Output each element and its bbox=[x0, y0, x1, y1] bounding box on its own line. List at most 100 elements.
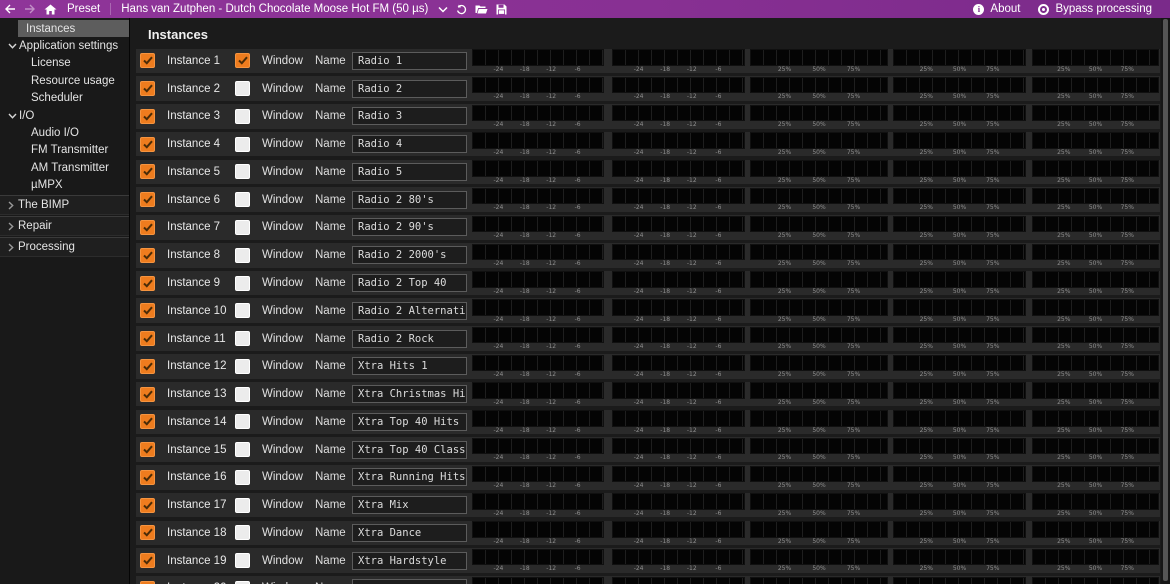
tree-chevron-icon[interactable] bbox=[5, 43, 19, 49]
instance-enabled-checkbox[interactable] bbox=[140, 359, 155, 374]
window-checkbox[interactable] bbox=[235, 276, 250, 291]
sidebar-item--mpx[interactable]: µMPX bbox=[0, 177, 129, 194]
tree-chevron-icon[interactable] bbox=[5, 113, 19, 119]
instance-enabled-checkbox[interactable] bbox=[140, 137, 155, 152]
instance-name-input[interactable] bbox=[352, 246, 467, 264]
sidebar-item-processing[interactable]: Processing bbox=[0, 237, 129, 257]
instance-name-input[interactable] bbox=[352, 191, 467, 209]
instance-name-input[interactable] bbox=[352, 274, 467, 292]
window-checkbox[interactable] bbox=[235, 387, 250, 402]
instance-enabled-checkbox[interactable] bbox=[140, 525, 155, 540]
meter-tick-label: -18 bbox=[520, 121, 530, 128]
input-level-meter: -24-18-12-6 bbox=[472, 577, 604, 584]
tree-chevron-icon[interactable] bbox=[4, 222, 18, 231]
instance-enabled-checkbox[interactable] bbox=[140, 164, 155, 179]
window-checkbox[interactable] bbox=[235, 359, 250, 374]
sidebar-item-resource-usage[interactable]: Resource usage bbox=[0, 72, 129, 89]
instance-name-input[interactable] bbox=[352, 496, 467, 514]
instance-enabled-checkbox[interactable] bbox=[140, 498, 155, 513]
meter-tick-label: -24 bbox=[493, 232, 503, 239]
meter-tick-label: 50% bbox=[1089, 232, 1102, 239]
instance-name-input[interactable] bbox=[352, 330, 467, 348]
vertical-scrollbar[interactable] bbox=[1161, 18, 1170, 584]
save-preset-button[interactable] bbox=[492, 0, 511, 18]
instance-enabled-checkbox[interactable] bbox=[140, 248, 155, 263]
instance-name-input[interactable] bbox=[352, 52, 467, 70]
meter-tick-label: 25% bbox=[920, 204, 933, 211]
sidebar-item-application-settings[interactable]: Application settings bbox=[0, 37, 129, 54]
window-checkbox[interactable] bbox=[235, 331, 250, 346]
instance-name-input[interactable] bbox=[352, 441, 467, 459]
window-checkbox[interactable] bbox=[235, 81, 250, 96]
sidebar-item-i-o[interactable]: I/O bbox=[0, 107, 129, 124]
meter-tick-label: -6 bbox=[575, 482, 581, 489]
meter-tick-label: -18 bbox=[520, 177, 530, 184]
forward-button[interactable] bbox=[20, 0, 40, 18]
window-checkbox[interactable] bbox=[235, 220, 250, 235]
instance-enabled-checkbox[interactable] bbox=[140, 331, 155, 346]
sidebar-item-am-transmitter[interactable]: AM Transmitter bbox=[0, 159, 129, 176]
tree-chevron-icon[interactable] bbox=[4, 243, 18, 252]
instance-name-input[interactable] bbox=[352, 80, 467, 98]
instance-name-input[interactable] bbox=[352, 107, 467, 125]
window-checkbox[interactable] bbox=[235, 248, 250, 263]
instance-name-input[interactable] bbox=[352, 385, 467, 403]
instance-enabled-checkbox[interactable] bbox=[140, 470, 155, 485]
meter-tick-label: -12 bbox=[687, 343, 697, 350]
back-button[interactable] bbox=[0, 0, 20, 18]
window-checkbox[interactable] bbox=[235, 553, 250, 568]
instance-enabled-checkbox[interactable] bbox=[140, 442, 155, 457]
instance-enabled-checkbox[interactable] bbox=[140, 192, 155, 207]
about-button[interactable]: i About bbox=[969, 0, 1030, 18]
instance-enabled-checkbox[interactable] bbox=[140, 387, 155, 402]
window-checkbox[interactable] bbox=[235, 498, 250, 513]
window-checkbox[interactable] bbox=[235, 53, 250, 68]
instance-enabled-checkbox[interactable] bbox=[140, 414, 155, 429]
instance-enabled-checkbox[interactable] bbox=[140, 81, 155, 96]
window-checkbox[interactable] bbox=[235, 192, 250, 207]
preset-dropdown-button[interactable] bbox=[434, 0, 452, 18]
instance-name-input[interactable] bbox=[352, 552, 467, 570]
instance-name-input[interactable] bbox=[352, 524, 467, 542]
meter-tick-label: 50% bbox=[953, 538, 966, 545]
window-checkbox[interactable] bbox=[235, 164, 250, 179]
instance-name-input[interactable] bbox=[352, 135, 467, 153]
usage-meter-2: 25%50%75% bbox=[893, 521, 1026, 545]
instance-name-input[interactable] bbox=[352, 579, 467, 584]
window-checkbox[interactable] bbox=[235, 137, 250, 152]
sidebar-item-the-bimp[interactable]: The BIMP bbox=[0, 195, 129, 215]
usage-meter-1: 25%50%75% bbox=[750, 299, 888, 323]
instance-name-input[interactable] bbox=[352, 413, 467, 431]
instance-enabled-checkbox[interactable] bbox=[140, 553, 155, 568]
meter-tick-label: 50% bbox=[1089, 260, 1102, 267]
instance-name-input[interactable] bbox=[352, 163, 467, 181]
load-preset-button[interactable] bbox=[471, 0, 492, 18]
sidebar-item-scheduler[interactable]: Scheduler bbox=[0, 90, 129, 107]
instance-enabled-checkbox[interactable] bbox=[140, 220, 155, 235]
instance-enabled-checkbox[interactable] bbox=[140, 109, 155, 124]
home-button[interactable] bbox=[40, 0, 61, 18]
sidebar-item-license[interactable]: License bbox=[0, 55, 129, 72]
sidebar-item-repair[interactable]: Repair bbox=[0, 216, 129, 236]
window-checkbox[interactable] bbox=[235, 525, 250, 540]
tree-chevron-icon[interactable] bbox=[4, 201, 18, 210]
scrollbar-thumb[interactable] bbox=[1163, 19, 1168, 581]
instance-enabled-checkbox[interactable] bbox=[140, 53, 155, 68]
window-checkbox[interactable] bbox=[235, 470, 250, 485]
instance-enabled-checkbox[interactable] bbox=[140, 276, 155, 291]
sidebar-item-audio-i-o[interactable]: Audio I/O bbox=[0, 124, 129, 141]
window-checkbox[interactable] bbox=[235, 109, 250, 124]
window-checkbox[interactable] bbox=[235, 442, 250, 457]
meter-tick-label: -6 bbox=[575, 260, 581, 267]
instance-name-input[interactable] bbox=[352, 357, 467, 375]
window-checkbox[interactable] bbox=[235, 414, 250, 429]
bypass-processing-button[interactable]: Bypass processing bbox=[1034, 0, 1162, 18]
instance-name-input[interactable] bbox=[352, 218, 467, 236]
instance-name-input[interactable] bbox=[352, 468, 467, 486]
instance-enabled-checkbox[interactable] bbox=[140, 303, 155, 318]
instance-name-input[interactable] bbox=[352, 302, 467, 320]
undo-button[interactable] bbox=[452, 0, 471, 18]
window-checkbox[interactable] bbox=[235, 303, 250, 318]
sidebar-item-instances[interactable]: Instances bbox=[18, 20, 129, 37]
sidebar-item-fm-transmitter[interactable]: FM Transmitter bbox=[0, 142, 129, 159]
